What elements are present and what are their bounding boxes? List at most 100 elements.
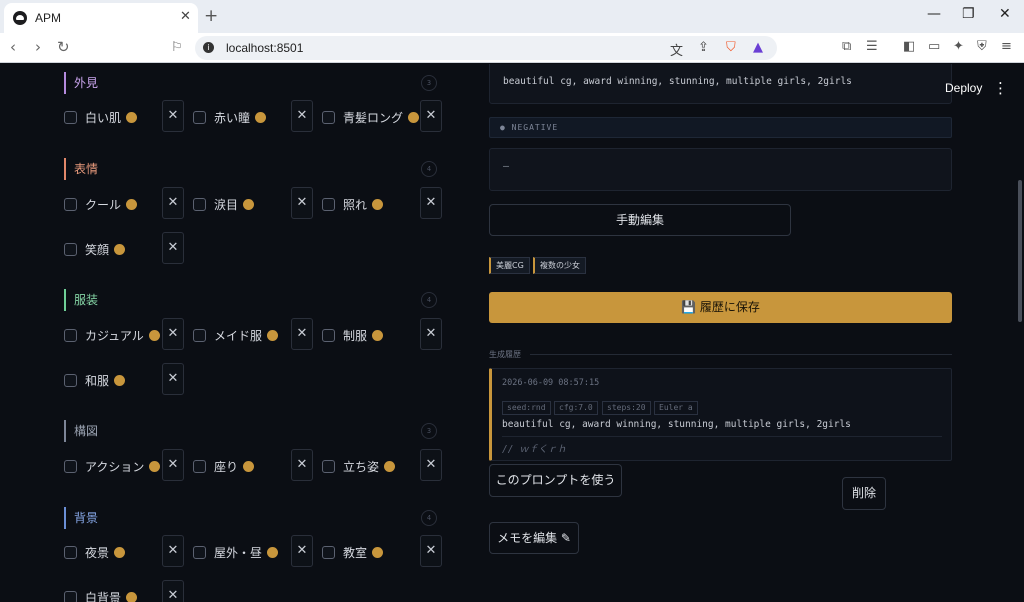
- checkbox-casual[interactable]: [64, 329, 77, 342]
- brave-shield-icon[interactable]: ⛉: [726, 40, 736, 55]
- option-teary-eyes: 涙目: [214, 196, 255, 213]
- scrollbar-thumb[interactable]: [1018, 180, 1022, 322]
- window-maximize-button[interactable]: ❐: [962, 6, 975, 22]
- option-night-view: 夜景: [85, 544, 126, 561]
- remove-teary-eyes-button[interactable]: ✕: [291, 187, 313, 219]
- scrollbar[interactable]: [1016, 64, 1024, 602]
- window-minimize-button[interactable]: —: [927, 6, 941, 22]
- option-cool: クール: [85, 196, 138, 213]
- status-dot: [372, 199, 384, 210]
- checkbox-blush[interactable]: [322, 198, 335, 211]
- checkbox-kimono[interactable]: [64, 374, 77, 387]
- negative-prompt-box[interactable]: —: [489, 148, 952, 191]
- section-header-clothing: 服装: [64, 289, 98, 311]
- vpn-icon[interactable]: ⛨: [977, 39, 987, 54]
- tag-chip: 美麗CG: [489, 257, 530, 274]
- share-icon[interactable]: ⇪: [698, 40, 709, 55]
- checkbox-teary-eyes[interactable]: [193, 198, 206, 211]
- edit-memo-button[interactable]: メモを編集 ✎: [489, 522, 579, 554]
- checkbox-action[interactable]: [64, 460, 77, 473]
- checkbox-red-eyes[interactable]: [193, 111, 206, 124]
- checkbox-uniform[interactable]: [322, 329, 335, 342]
- remove-red-eyes-button[interactable]: ✕: [291, 100, 313, 132]
- checkbox-cool[interactable]: [64, 198, 77, 211]
- browser-toolbar: ‹ › ↻ ⚐ i localhost:8501 文 ⇪ ⛉ ▲ ⧉ ☰ ◧ ▭…: [0, 33, 1024, 63]
- remove-night-view-button[interactable]: ✕: [162, 535, 184, 567]
- option-uniform: 制服: [343, 327, 384, 344]
- option-maid-outfit: メイド服: [214, 327, 279, 344]
- section-count-badge: 4: [421, 510, 437, 526]
- checkbox-standing[interactable]: [322, 460, 335, 473]
- remove-blush-button[interactable]: ✕: [420, 187, 442, 219]
- history-memo: // ｗｆくｒｈ: [502, 444, 567, 455]
- option-outdoor-day: 屋外・昼: [214, 544, 279, 561]
- option-smile: 笑顔: [85, 241, 126, 258]
- positive-prompt-box[interactable]: beautiful cg, award winning, stunning, m…: [489, 64, 952, 104]
- window-close-button[interactable]: ✕: [999, 6, 1011, 22]
- reload-icon[interactable]: ↻: [57, 38, 70, 56]
- status-dot: [267, 330, 279, 341]
- option-casual: カジュアル: [85, 327, 160, 344]
- delete-button[interactable]: 削除: [842, 477, 886, 510]
- status-dot: [372, 547, 384, 558]
- remove-blue-long-hair-button[interactable]: ✕: [420, 100, 442, 132]
- tab-close-icon[interactable]: ✕: [180, 9, 191, 24]
- remove-classroom-button[interactable]: ✕: [420, 535, 442, 567]
- option-white-skin: 白い肌: [85, 109, 138, 126]
- checkbox-white-background[interactable]: [64, 591, 77, 602]
- remove-uniform-button[interactable]: ✕: [420, 318, 442, 350]
- remove-action-button[interactable]: ✕: [162, 449, 184, 481]
- remove-casual-button[interactable]: ✕: [162, 318, 184, 350]
- bookmark-icon[interactable]: ⚐: [171, 40, 183, 55]
- checkbox-outdoor-day[interactable]: [193, 546, 206, 559]
- option-red-eyes: 赤い瞳: [214, 109, 267, 126]
- new-tab-button[interactable]: +: [204, 6, 218, 26]
- checkbox-night-view[interactable]: [64, 546, 77, 559]
- browser-menu-icon[interactable]: ≡: [1001, 39, 1012, 54]
- remove-kimono-button[interactable]: ✕: [162, 363, 184, 395]
- back-icon[interactable]: ‹: [10, 38, 16, 56]
- checkbox-classroom[interactable]: [322, 546, 335, 559]
- deploy-button[interactable]: Deploy: [945, 81, 982, 95]
- remove-sitting-button[interactable]: ✕: [291, 449, 313, 481]
- checkbox-smile[interactable]: [64, 243, 77, 256]
- status-dot: [384, 461, 396, 472]
- main-menu-icon[interactable]: ⋮: [993, 79, 1008, 97]
- extensions-icon[interactable]: ⧉: [842, 39, 851, 54]
- sidebar-icon[interactable]: ◧: [903, 39, 915, 54]
- option-kimono: 和服: [85, 372, 126, 389]
- remove-outdoor-day-button[interactable]: ✕: [291, 535, 313, 567]
- forward-icon[interactable]: ›: [35, 38, 41, 56]
- reading-list-icon[interactable]: ☰: [866, 39, 878, 54]
- remove-standing-button[interactable]: ✕: [420, 449, 442, 481]
- checkbox-sitting[interactable]: [193, 460, 206, 473]
- status-dot: [243, 461, 255, 472]
- status-dot: [243, 199, 255, 210]
- option-action: アクション: [85, 458, 161, 475]
- address-bar[interactable]: i localhost:8501 文 ⇪ ⛉ ▲: [195, 36, 777, 60]
- site-info-icon[interactable]: i: [203, 42, 214, 53]
- history-entry-card: 2026-06-09 08:57:15 seed:rnd cfg:7.0 ste…: [489, 368, 952, 461]
- address-url[interactable]: localhost:8501: [226, 41, 303, 55]
- checkbox-blue-long-hair[interactable]: [322, 111, 335, 124]
- option-standing: 立ち姿: [343, 458, 396, 475]
- save-to-history-button[interactable]: 💾 履歴に保存: [489, 292, 952, 323]
- checkbox-white-skin[interactable]: [64, 111, 77, 124]
- brave-rewards-icon[interactable]: ▲: [753, 40, 763, 55]
- browser-tab[interactable]: APM ✕: [4, 3, 198, 33]
- wallet-icon[interactable]: ▭: [928, 39, 940, 54]
- remove-smile-button[interactable]: ✕: [162, 232, 184, 264]
- checkbox-maid-outfit[interactable]: [193, 329, 206, 342]
- section-count-badge: 4: [421, 292, 437, 308]
- remove-white-skin-button[interactable]: ✕: [162, 100, 184, 132]
- ai-assistant-icon[interactable]: ✦: [953, 39, 964, 54]
- manual-edit-button[interactable]: 手動編集: [489, 204, 791, 236]
- history-prompt-text: beautiful cg, award winning, stunning, m…: [502, 419, 851, 430]
- remove-white-background-button[interactable]: ✕: [162, 580, 184, 602]
- option-blue-long-hair: 青髪ロング: [343, 109, 420, 126]
- translate-icon[interactable]: 文: [670, 40, 683, 59]
- remove-cool-button[interactable]: ✕: [162, 187, 184, 219]
- history-section-label: 生成履歴: [489, 350, 521, 359]
- use-prompt-button[interactable]: このプロンプトを使う: [489, 464, 622, 497]
- remove-maid-outfit-button[interactable]: ✕: [291, 318, 313, 350]
